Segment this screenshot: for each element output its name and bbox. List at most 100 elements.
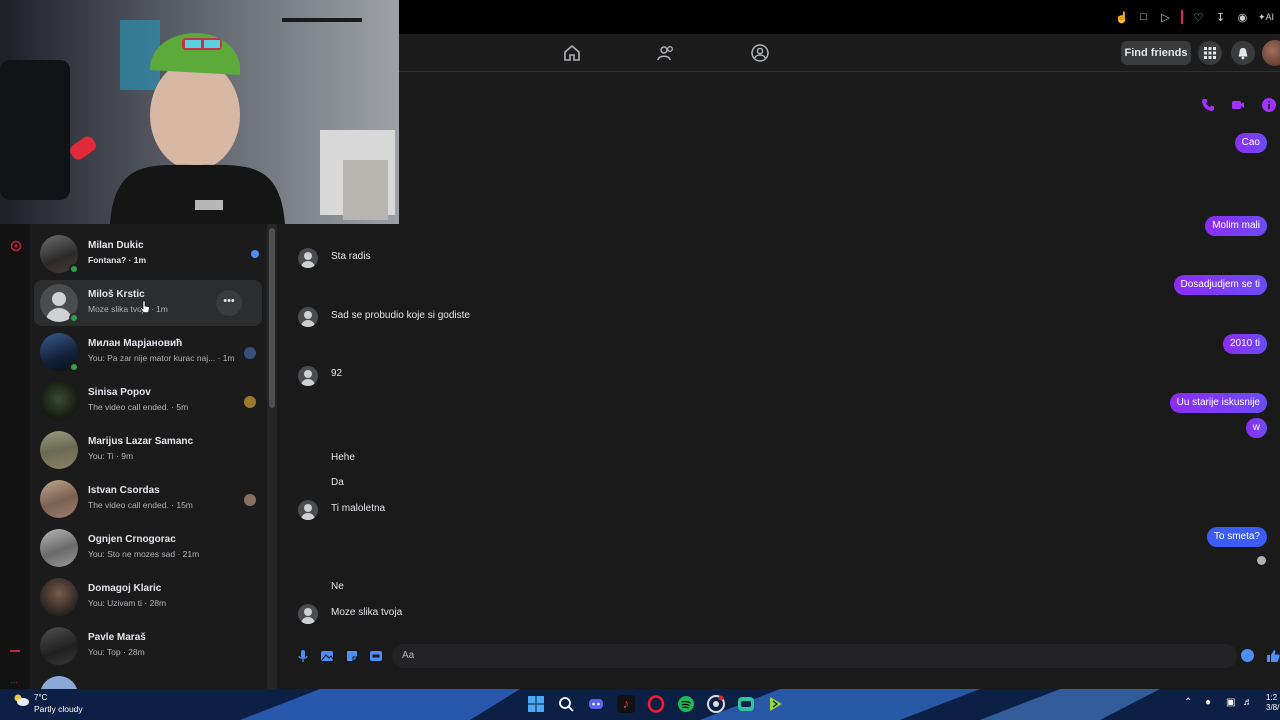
seen-avatar bbox=[244, 347, 256, 359]
info-icon[interactable] bbox=[1261, 97, 1277, 113]
conversation-preview: You: Sto ne mozes sad · 21m bbox=[88, 549, 200, 559]
home-icon[interactable] bbox=[562, 43, 582, 63]
opera-icon[interactable] bbox=[647, 695, 665, 713]
incoming-message: Hehe bbox=[331, 452, 355, 463]
search-icon[interactable] bbox=[557, 695, 575, 713]
groups-icon[interactable] bbox=[750, 43, 770, 63]
heart-icon[interactable]: ♡ bbox=[1192, 11, 1205, 24]
conversation-preview: You: Top · 28m bbox=[88, 647, 145, 657]
start-icon[interactable] bbox=[527, 695, 545, 713]
menu-button[interactable] bbox=[1198, 41, 1222, 65]
conversation-name: Milan Dukic bbox=[88, 240, 144, 251]
partly-cloudy-icon[interactable] bbox=[12, 693, 30, 707]
sender-avatar bbox=[298, 604, 318, 624]
notifications-button[interactable] bbox=[1231, 41, 1255, 65]
system-clock[interactable]: 1:2 3/8/ bbox=[1266, 693, 1279, 713]
incoming-message: 92 bbox=[331, 368, 343, 379]
conversation-name: Istvan Csordas bbox=[88, 485, 160, 496]
spotify-icon[interactable] bbox=[677, 695, 695, 713]
play-icon[interactable]: ▷ bbox=[1159, 11, 1172, 24]
list-item[interactable]: Milan Dukic Fontana? · 1m bbox=[34, 231, 262, 277]
conversation-preview: You: Pa zar nije mator kurac naj... · 1m bbox=[88, 353, 235, 363]
settings-icon[interactable] bbox=[10, 240, 22, 252]
scrollbar-thumb[interactable] bbox=[269, 228, 275, 408]
list-item[interactable] bbox=[34, 672, 262, 689]
emoji-icon[interactable] bbox=[1241, 649, 1254, 662]
sender-avatar bbox=[298, 500, 318, 520]
avatar bbox=[40, 676, 78, 689]
list-item[interactable]: Marijus Lazar Samanc You: Ti · 9m bbox=[34, 427, 262, 473]
screen: ☝ □ ▷ ♡ ↧ ◉ ✦AI Find friends Cao Molim m… bbox=[0, 0, 1280, 720]
conversation-preview: Moze slika tvoja · 1m bbox=[88, 304, 168, 314]
list-item[interactable]: Miloš Krstic Moze slika tvoja · 1m ••• bbox=[34, 280, 262, 326]
outgoing-message: To smeta? bbox=[1206, 527, 1267, 547]
video-icon[interactable] bbox=[1231, 98, 1245, 112]
avatar bbox=[40, 431, 78, 469]
network-icon[interactable]: ▣ bbox=[1226, 697, 1235, 708]
ai-label: AI bbox=[1265, 11, 1274, 22]
taskbar bbox=[0, 689, 1280, 720]
conversation-name: Miloš Krstic bbox=[88, 289, 145, 300]
tiktok-icon[interactable]: ♪ bbox=[617, 695, 635, 713]
sender-avatar bbox=[298, 248, 318, 268]
chrome-icon[interactable] bbox=[707, 695, 725, 713]
weather-description[interactable]: Partly cloudy bbox=[34, 704, 83, 714]
list-item[interactable]: Domagoj Klaric You: Uzivam ti · 28m bbox=[34, 574, 262, 620]
outgoing-message: Uu starije iskusnije bbox=[1169, 393, 1267, 413]
outgoing-message: Dosadjudjem se ti bbox=[1173, 275, 1267, 295]
conversation-list: Milan Dukic Fontana? · 1m Miloš Krstic M… bbox=[30, 224, 267, 689]
download-icon[interactable]: ↧ bbox=[1214, 11, 1227, 24]
find-friends-button[interactable]: Find friends bbox=[1121, 41, 1191, 65]
separator bbox=[1180, 10, 1183, 24]
discord-icon[interactable] bbox=[587, 695, 605, 713]
microphone-icon[interactable] bbox=[296, 649, 310, 663]
bell-icon bbox=[1238, 47, 1248, 59]
avatar bbox=[40, 382, 78, 420]
volume-icon[interactable]: ♬ bbox=[1243, 697, 1253, 708]
avatar bbox=[40, 578, 78, 616]
terminal-icon[interactable] bbox=[767, 695, 785, 713]
outgoing-message: 2010 ti bbox=[1222, 334, 1267, 354]
phone-icon[interactable] bbox=[1201, 98, 1215, 112]
clock-date: 3/8/ bbox=[1266, 703, 1280, 712]
chat-panel bbox=[277, 72, 1280, 689]
chatgpt-icon[interactable] bbox=[737, 695, 755, 713]
conversation-name: Sinisa Popov bbox=[88, 387, 151, 398]
incoming-message: Ne bbox=[331, 581, 344, 592]
unread-indicator bbox=[251, 250, 259, 258]
window-icon[interactable]: □ bbox=[1137, 11, 1150, 23]
seen-avatar bbox=[1257, 556, 1266, 565]
list-item[interactable]: Pavle Maraš You: Top · 28m bbox=[34, 623, 262, 669]
list-item[interactable]: Ognjen Crnogorac You: Sto ne mozes sad ·… bbox=[34, 525, 262, 571]
list-item[interactable]: Милан Марјановић You: Pa zar nije mator … bbox=[34, 329, 262, 375]
account-icon[interactable]: ◉ bbox=[1236, 11, 1249, 24]
rail-marker bbox=[10, 650, 20, 652]
ai-icon[interactable]: ✦AI bbox=[1258, 12, 1274, 23]
microphone-tray-icon[interactable]: ● bbox=[1205, 697, 1211, 708]
conversation-name: Pavle Maraš bbox=[88, 632, 146, 643]
bookmark-icon[interactable]: ☝ bbox=[1115, 11, 1129, 24]
grid-icon bbox=[1204, 47, 1216, 59]
weather-temperature[interactable]: 7°C bbox=[34, 693, 47, 702]
like-icon[interactable] bbox=[1266, 649, 1280, 663]
conversation-preview: Fontana? · 1m bbox=[88, 255, 147, 265]
online-indicator bbox=[69, 264, 79, 274]
left-rail: … bbox=[0, 224, 30, 689]
list-item[interactable]: Istvan Csordas The video call ended. · 1… bbox=[34, 476, 262, 522]
incoming-message: Moze slika tvoja bbox=[331, 607, 403, 618]
conversation-options-button[interactable]: ••• bbox=[216, 290, 242, 316]
seen-avatar bbox=[244, 396, 256, 408]
clock-time: 1:2 bbox=[1266, 693, 1278, 702]
incoming-message: Ti maloletna bbox=[331, 503, 386, 514]
avatar bbox=[40, 627, 78, 665]
chevron-up-icon[interactable]: ⌃ bbox=[1184, 697, 1192, 708]
sticker-icon[interactable] bbox=[345, 649, 359, 663]
more-dots-icon[interactable]: … bbox=[10, 676, 18, 685]
friends-icon[interactable] bbox=[656, 43, 676, 63]
gif-icon[interactable] bbox=[369, 649, 383, 663]
photo-icon[interactable] bbox=[320, 649, 334, 663]
outgoing-message: Molim mali bbox=[1205, 216, 1267, 236]
list-item[interactable]: Sinisa Popov The video call ended. · 5m bbox=[34, 378, 262, 424]
seen-avatar bbox=[244, 494, 256, 506]
message-input[interactable] bbox=[392, 644, 1237, 668]
